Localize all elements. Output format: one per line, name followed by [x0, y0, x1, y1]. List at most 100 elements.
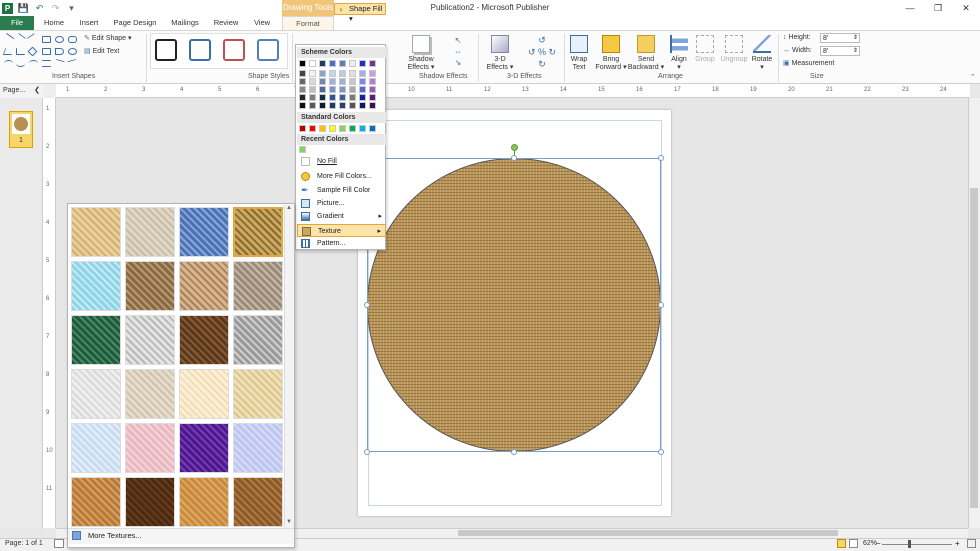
resize-handle-left[interactable] [364, 302, 370, 308]
flowchart-shape-icon[interactable] [55, 48, 64, 55]
rounded-rectangle-shape-icon[interactable] [68, 36, 77, 43]
resize-handle-bottom-right[interactable] [658, 449, 664, 455]
shadow-nudge-icons[interactable]: ↖ ⇔ ↘ [448, 35, 468, 69]
scheme-shade-swatch[interactable] [329, 94, 336, 101]
texture-blue-tissue-paper[interactable] [71, 423, 121, 473]
scheme-shade-swatch[interactable] [319, 78, 326, 85]
texture-newsprint[interactable] [71, 369, 121, 419]
arrow-shape-icon-2[interactable] [26, 33, 39, 44]
triangle-shape-icon[interactable] [2, 48, 15, 55]
resize-handle-right[interactable] [658, 302, 664, 308]
scheme-shade-swatch[interactable] [299, 70, 306, 77]
zoom-slider-knob[interactable] [908, 540, 911, 548]
right-triangle-shape-icon[interactable] [16, 48, 25, 55]
zoom-out-icon[interactable]: − [876, 539, 881, 548]
texture-bouquet[interactable] [233, 423, 283, 473]
texture-medium-wood[interactable] [233, 477, 283, 527]
scheme-shade-swatch[interactable] [339, 94, 346, 101]
scheme-color-swatch[interactable] [339, 60, 346, 67]
texture-water-droplets[interactable] [71, 261, 121, 311]
horizontal-ruler[interactable]: 123456789101112131415161718192021222324 [56, 84, 970, 98]
texture-woven-mat[interactable] [233, 207, 283, 257]
scheme-color-swatch[interactable] [299, 60, 306, 67]
edit-shape-button[interactable]: ✎ Edit Shape ▾ [84, 35, 144, 43]
oval-shape-icon[interactable] [55, 36, 64, 43]
align-button[interactable]: Align ▾ [666, 56, 692, 72]
texture-papyrus[interactable] [71, 207, 121, 257]
restore-icon[interactable]: ❐ [924, 0, 952, 16]
scheme-shade-swatch[interactable] [299, 102, 306, 109]
scheme-shade-swatch[interactable] [349, 70, 356, 77]
tab-review[interactable]: Review [211, 16, 241, 30]
scheme-shade-swatch[interactable] [319, 94, 326, 101]
connector-shape-icon[interactable] [67, 58, 78, 69]
scheme-shade-swatch[interactable] [349, 78, 356, 85]
standard-color-swatch[interactable] [309, 125, 316, 132]
tab-format[interactable]: Format [282, 16, 334, 30]
scheme-color-swatch[interactable] [369, 60, 376, 67]
scheme-shade-swatch[interactable] [349, 102, 356, 109]
standard-color-swatch[interactable] [349, 125, 356, 132]
scheme-shade-swatch[interactable] [369, 102, 376, 109]
scheme-shade-swatch[interactable] [369, 86, 376, 93]
texture-granite[interactable] [233, 315, 283, 365]
sample-fill-color-item[interactable]: ✒ Sample Fill Color [297, 184, 386, 197]
standard-color-swatch[interactable] [359, 125, 366, 132]
scheme-shade-swatch[interactable] [339, 86, 346, 93]
scheme-shade-swatch[interactable] [339, 102, 346, 109]
shape-style-1[interactable] [155, 39, 177, 61]
tab-insert[interactable]: Insert [75, 16, 103, 30]
scheme-shade-swatch[interactable] [329, 78, 336, 85]
scheme-shade-swatch[interactable] [329, 70, 336, 77]
scheme-shade-swatch[interactable] [299, 78, 306, 85]
scheme-shade-swatch[interactable] [329, 86, 336, 93]
collapse-ribbon-icon[interactable]: ⌃ [970, 73, 976, 81]
texture-stationery[interactable] [233, 369, 283, 419]
texture-parchment[interactable] [179, 369, 229, 419]
zoom-in-icon[interactable]: + [955, 539, 960, 548]
tab-mailings[interactable]: Mailings [167, 16, 203, 30]
pattern-fill-item[interactable]: Pattern... [297, 237, 386, 250]
texture-sand[interactable] [233, 261, 283, 311]
page-count-status[interactable]: Page: 1 of 1 [5, 540, 43, 547]
picture-fill-item[interactable]: Picture... [297, 197, 386, 210]
arrow-shape-icon[interactable] [14, 33, 27, 44]
texture-brown-marble[interactable] [179, 315, 229, 365]
more-textures-link[interactable]: More Textures... [88, 531, 142, 540]
scheme-color-swatch[interactable] [309, 60, 316, 67]
standard-color-swatch[interactable] [319, 125, 326, 132]
texture-paper-bag[interactable] [125, 261, 175, 311]
standard-color-swatch[interactable] [339, 125, 346, 132]
scheme-shade-swatch[interactable] [369, 78, 376, 85]
standard-color-swatch[interactable] [329, 125, 336, 132]
vertical-ruler[interactable]: 1 2 3 4 5 6 7 8 9 10 11 [43, 98, 56, 528]
circle-shape-icon[interactable] [68, 48, 77, 55]
no-fill-item[interactable]: No Fill [297, 155, 386, 168]
scheme-shade-swatch[interactable] [359, 70, 366, 77]
scheme-shade-swatch[interactable] [309, 86, 316, 93]
scheme-shade-swatch[interactable] [369, 94, 376, 101]
resize-handle-bottom-left[interactable] [364, 449, 370, 455]
spin-icon[interactable]: ⇕ [853, 47, 858, 56]
edit-text-button[interactable]: ▤ Edit Text [84, 48, 144, 56]
measurement-button[interactable]: ▣ Measurement [783, 60, 853, 68]
texture-walnut[interactable] [125, 477, 175, 527]
scheme-shade-swatch[interactable] [339, 70, 346, 77]
curve-shape-icon-2[interactable] [16, 60, 25, 67]
texture-fill-item[interactable]: Texture ▸ [297, 224, 386, 237]
scheme-shade-swatch[interactable] [329, 102, 336, 109]
tab-view[interactable]: View [249, 16, 275, 30]
minimize-icon[interactable]: — [896, 0, 924, 16]
scheme-shade-swatch[interactable] [319, 86, 326, 93]
shadow-effects-button[interactable]: Shadow Effects ▾ [402, 56, 440, 72]
height-field[interactable]: 8' ⇕ [820, 33, 860, 43]
arc-shape-icon[interactable] [29, 60, 38, 67]
layout-view-icon[interactable] [54, 539, 64, 548]
3d-tilt-icons[interactable]: ↺ ↺ % ↻ ↻ [522, 34, 562, 70]
freeform-shape-icon[interactable] [42, 60, 51, 67]
single-page-view-icon[interactable] [837, 539, 846, 548]
scheme-shade-swatch[interactable] [349, 94, 356, 101]
fit-page-icon[interactable] [967, 539, 976, 548]
scheme-shade-swatch[interactable] [369, 70, 376, 77]
scheme-color-swatch[interactable] [329, 60, 336, 67]
